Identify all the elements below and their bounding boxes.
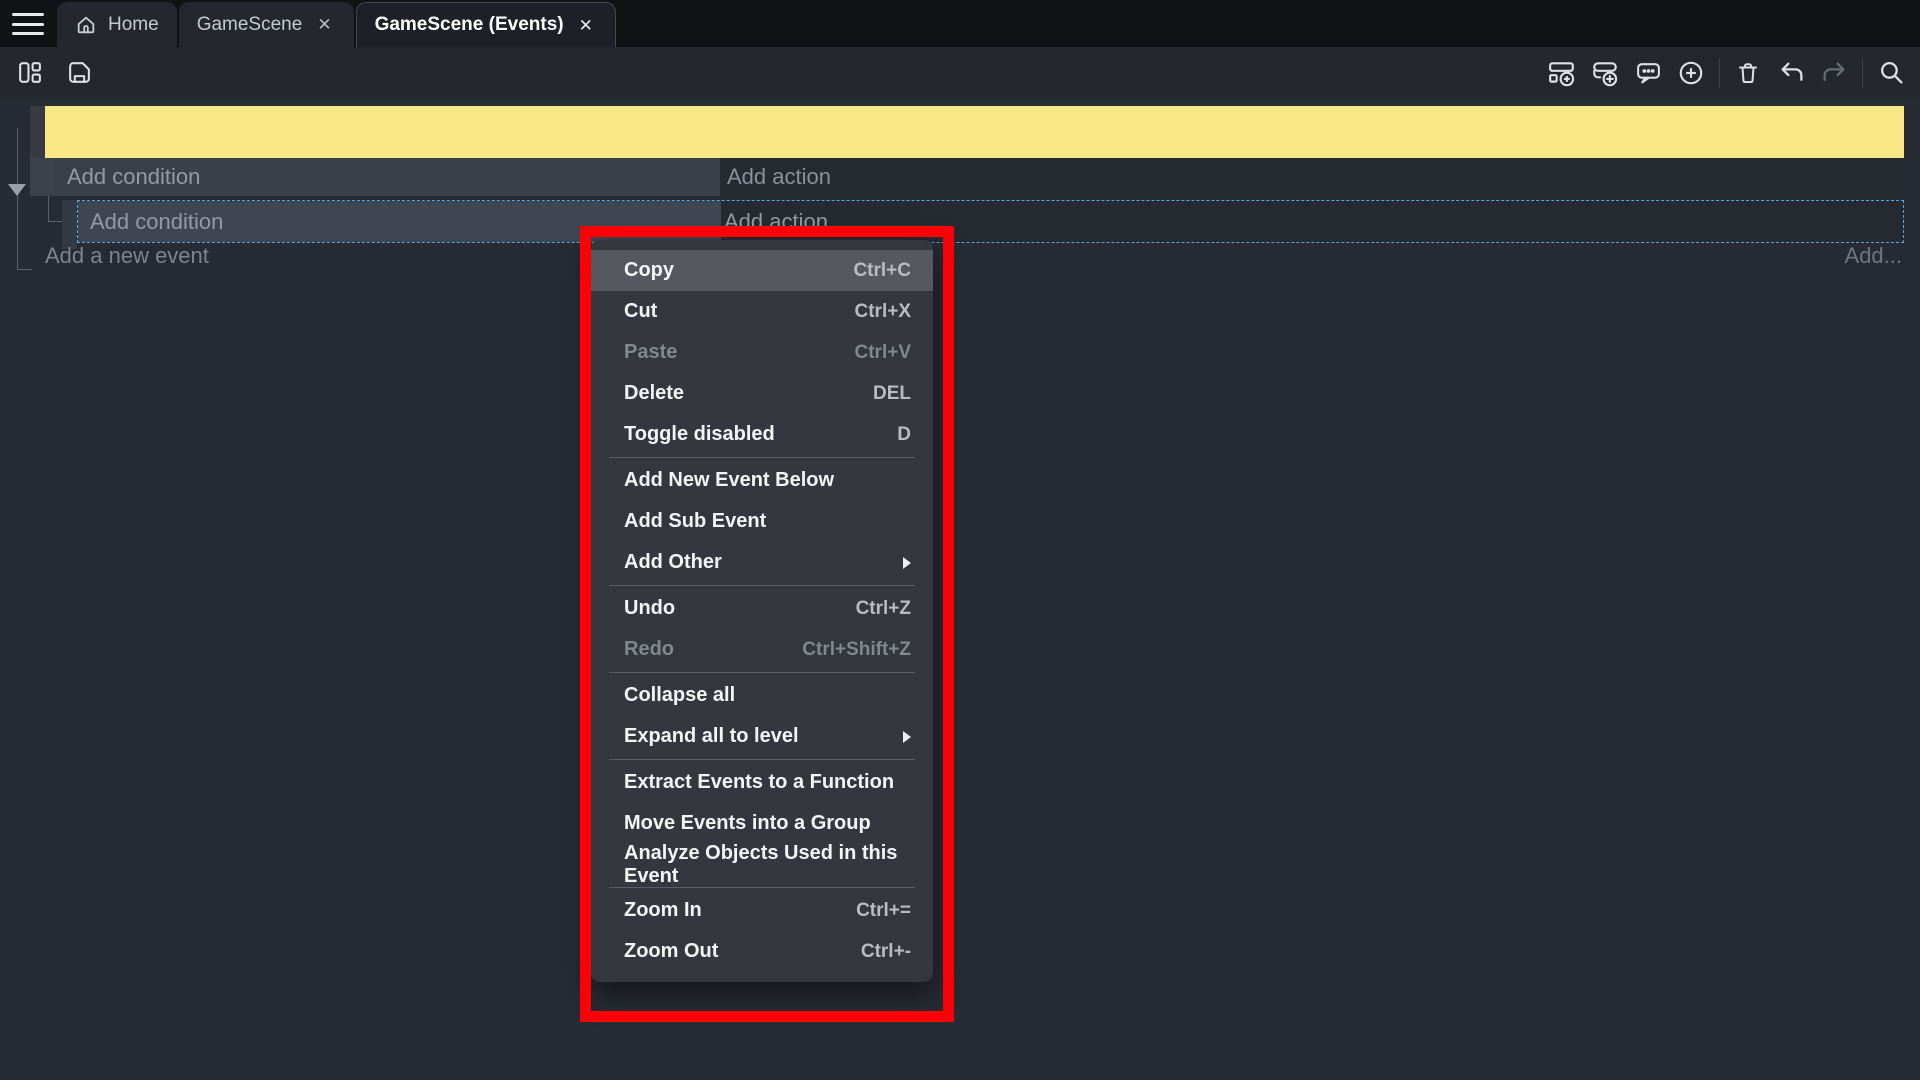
add-sub-event-icon[interactable] bbox=[1590, 58, 1620, 88]
home-icon bbox=[75, 14, 97, 36]
submenu-arrow-icon bbox=[903, 731, 911, 743]
menu-divider bbox=[609, 672, 915, 673]
tab-label: GameScene bbox=[197, 14, 303, 36]
search-icon[interactable] bbox=[1876, 58, 1906, 88]
menu-item-label: Add New Event Below bbox=[624, 469, 834, 492]
menu-item-label: Copy bbox=[624, 259, 674, 282]
add-new-event-button[interactable]: Add a new event bbox=[45, 243, 209, 269]
add-circle-icon[interactable] bbox=[1676, 58, 1706, 88]
menu-item-label: Zoom In bbox=[624, 899, 702, 922]
event-gutter[interactable] bbox=[30, 158, 55, 196]
menu-item-shortcut: Ctrl+V bbox=[855, 342, 912, 364]
events-sheet: Add condition Add action Add condition A… bbox=[0, 98, 1920, 1080]
add-ellipsis-button[interactable]: Add... bbox=[1845, 243, 1902, 269]
tab-label: Home bbox=[108, 14, 159, 36]
close-icon[interactable]: ✕ bbox=[313, 14, 335, 35]
comment-event-gutter[interactable] bbox=[30, 106, 45, 158]
menu-item-label: Redo bbox=[624, 638, 674, 661]
add-condition-label: Add condition bbox=[90, 209, 223, 235]
menu-item-delete[interactable]: Delete DEL bbox=[591, 373, 933, 414]
menu-item-paste[interactable]: Paste Ctrl+V bbox=[591, 332, 933, 373]
menu-item-label: Analyze Objects Used in this Event bbox=[624, 842, 911, 888]
close-icon[interactable]: ✕ bbox=[575, 15, 597, 36]
menu-item-label: Move Events into a Group bbox=[624, 812, 871, 835]
add-event-icon[interactable] bbox=[1547, 58, 1577, 88]
menu-item-redo[interactable]: Redo Ctrl+Shift+Z bbox=[591, 629, 933, 670]
menu-item-label: Zoom Out bbox=[624, 940, 718, 963]
menu-divider bbox=[609, 585, 915, 586]
add-action-label: Add action bbox=[727, 164, 831, 190]
tab-label: GameScene (Events) bbox=[375, 14, 564, 36]
menu-item-label: Extract Events to a Function bbox=[624, 771, 894, 794]
menu-item-label: Cut bbox=[624, 300, 657, 323]
gdevelop-app: Home GameScene ✕ GameScene (Events) ✕ bbox=[0, 0, 1920, 1080]
tab-strip: Home GameScene ✕ GameScene (Events) ✕ bbox=[0, 0, 1920, 47]
menu-item-shortcut: Ctrl+Shift+Z bbox=[802, 639, 911, 661]
menu-item-analyze-objects[interactable]: Analyze Objects Used in this Event bbox=[591, 844, 933, 885]
menu-item-shortcut: Ctrl+- bbox=[861, 941, 911, 963]
tab-gamescene[interactable]: GameScene ✕ bbox=[179, 2, 354, 47]
tab-home[interactable]: Home bbox=[57, 2, 177, 47]
menu-item-shortcut: Ctrl+= bbox=[856, 900, 911, 922]
menu-item-toggle-disabled[interactable]: Toggle disabled D bbox=[591, 414, 933, 455]
main-menu-icon[interactable] bbox=[10, 12, 46, 36]
menu-item-label: Paste bbox=[624, 341, 677, 364]
menu-item-label: Delete bbox=[624, 382, 684, 405]
menu-item-add-other[interactable]: Add Other bbox=[591, 542, 933, 583]
tree-guide-corner bbox=[17, 256, 32, 270]
collapse-arrow-icon[interactable] bbox=[8, 184, 26, 196]
add-condition-button[interactable]: Add condition bbox=[55, 158, 720, 196]
sub-event-row-selected: Add condition Add action bbox=[77, 200, 1904, 243]
menu-item-label: Expand all to level bbox=[624, 725, 799, 748]
toolbar-divider bbox=[1719, 58, 1720, 88]
menu-item-copy[interactable]: Copy Ctrl+C bbox=[591, 250, 933, 291]
add-condition-button[interactable]: Add condition bbox=[78, 201, 721, 242]
menu-divider bbox=[609, 759, 915, 760]
menu-item-label: Undo bbox=[624, 597, 675, 620]
menu-item-label: Toggle disabled bbox=[624, 423, 775, 446]
menu-item-expand-all-to-level[interactable]: Expand all to level bbox=[591, 716, 933, 757]
event-row: Add condition Add action bbox=[30, 158, 1904, 196]
toolbar-right bbox=[1547, 47, 1906, 98]
panels-icon[interactable] bbox=[14, 58, 44, 88]
submenu-arrow-icon bbox=[903, 557, 911, 569]
menu-item-add-new-event-below[interactable]: Add New Event Below bbox=[591, 460, 933, 501]
menu-item-shortcut: Ctrl+Z bbox=[856, 598, 911, 620]
menu-item-shortcut: Ctrl+X bbox=[855, 301, 912, 323]
add-condition-label: Add condition bbox=[67, 164, 200, 190]
menu-item-label: Collapse all bbox=[624, 684, 735, 707]
add-action-label: Add action bbox=[724, 209, 828, 235]
menu-item-cut[interactable]: Cut Ctrl+X bbox=[591, 291, 933, 332]
add-action-button[interactable]: Add action bbox=[721, 201, 1903, 242]
menu-item-shortcut: Ctrl+C bbox=[853, 260, 911, 282]
undo-icon[interactable] bbox=[1776, 58, 1806, 88]
toolbar-divider bbox=[1862, 58, 1863, 88]
trash-icon[interactable] bbox=[1733, 58, 1763, 88]
context-menu: Copy Ctrl+C Cut Ctrl+X Paste Ctrl+V Dele… bbox=[591, 240, 933, 982]
comment-icon[interactable] bbox=[1633, 58, 1663, 88]
menu-item-shortcut: DEL bbox=[873, 383, 911, 405]
menu-item-undo[interactable]: Undo Ctrl+Z bbox=[591, 588, 933, 629]
menu-item-shortcut: D bbox=[897, 424, 911, 446]
menu-divider bbox=[609, 457, 915, 458]
menu-item-add-sub-event[interactable]: Add Sub Event bbox=[591, 501, 933, 542]
menu-item-zoom-in[interactable]: Zoom In Ctrl+= bbox=[591, 890, 933, 931]
menu-item-move-events-into-group[interactable]: Move Events into a Group bbox=[591, 803, 933, 844]
save-icon[interactable] bbox=[64, 58, 94, 88]
toolbar-left bbox=[14, 47, 94, 98]
add-action-button[interactable]: Add action bbox=[720, 158, 1904, 196]
menu-item-extract-events-to-function[interactable]: Extract Events to a Function bbox=[591, 762, 933, 803]
tree-guide-line bbox=[17, 128, 18, 270]
menu-item-label: Add Other bbox=[624, 551, 722, 574]
tab-gamescene-events[interactable]: GameScene (Events) ✕ bbox=[356, 2, 616, 47]
redo-icon[interactable] bbox=[1819, 58, 1849, 88]
events-toolbar: Preview Publish bbox=[0, 47, 1920, 98]
sub-event-gutter[interactable] bbox=[62, 200, 77, 249]
menu-item-zoom-out[interactable]: Zoom Out Ctrl+- bbox=[591, 931, 933, 972]
tree-guide-sub-corner bbox=[48, 196, 62, 222]
menu-item-label: Add Sub Event bbox=[624, 510, 766, 533]
comment-event-block[interactable] bbox=[45, 106, 1904, 158]
menu-item-collapse-all[interactable]: Collapse all bbox=[591, 675, 933, 716]
